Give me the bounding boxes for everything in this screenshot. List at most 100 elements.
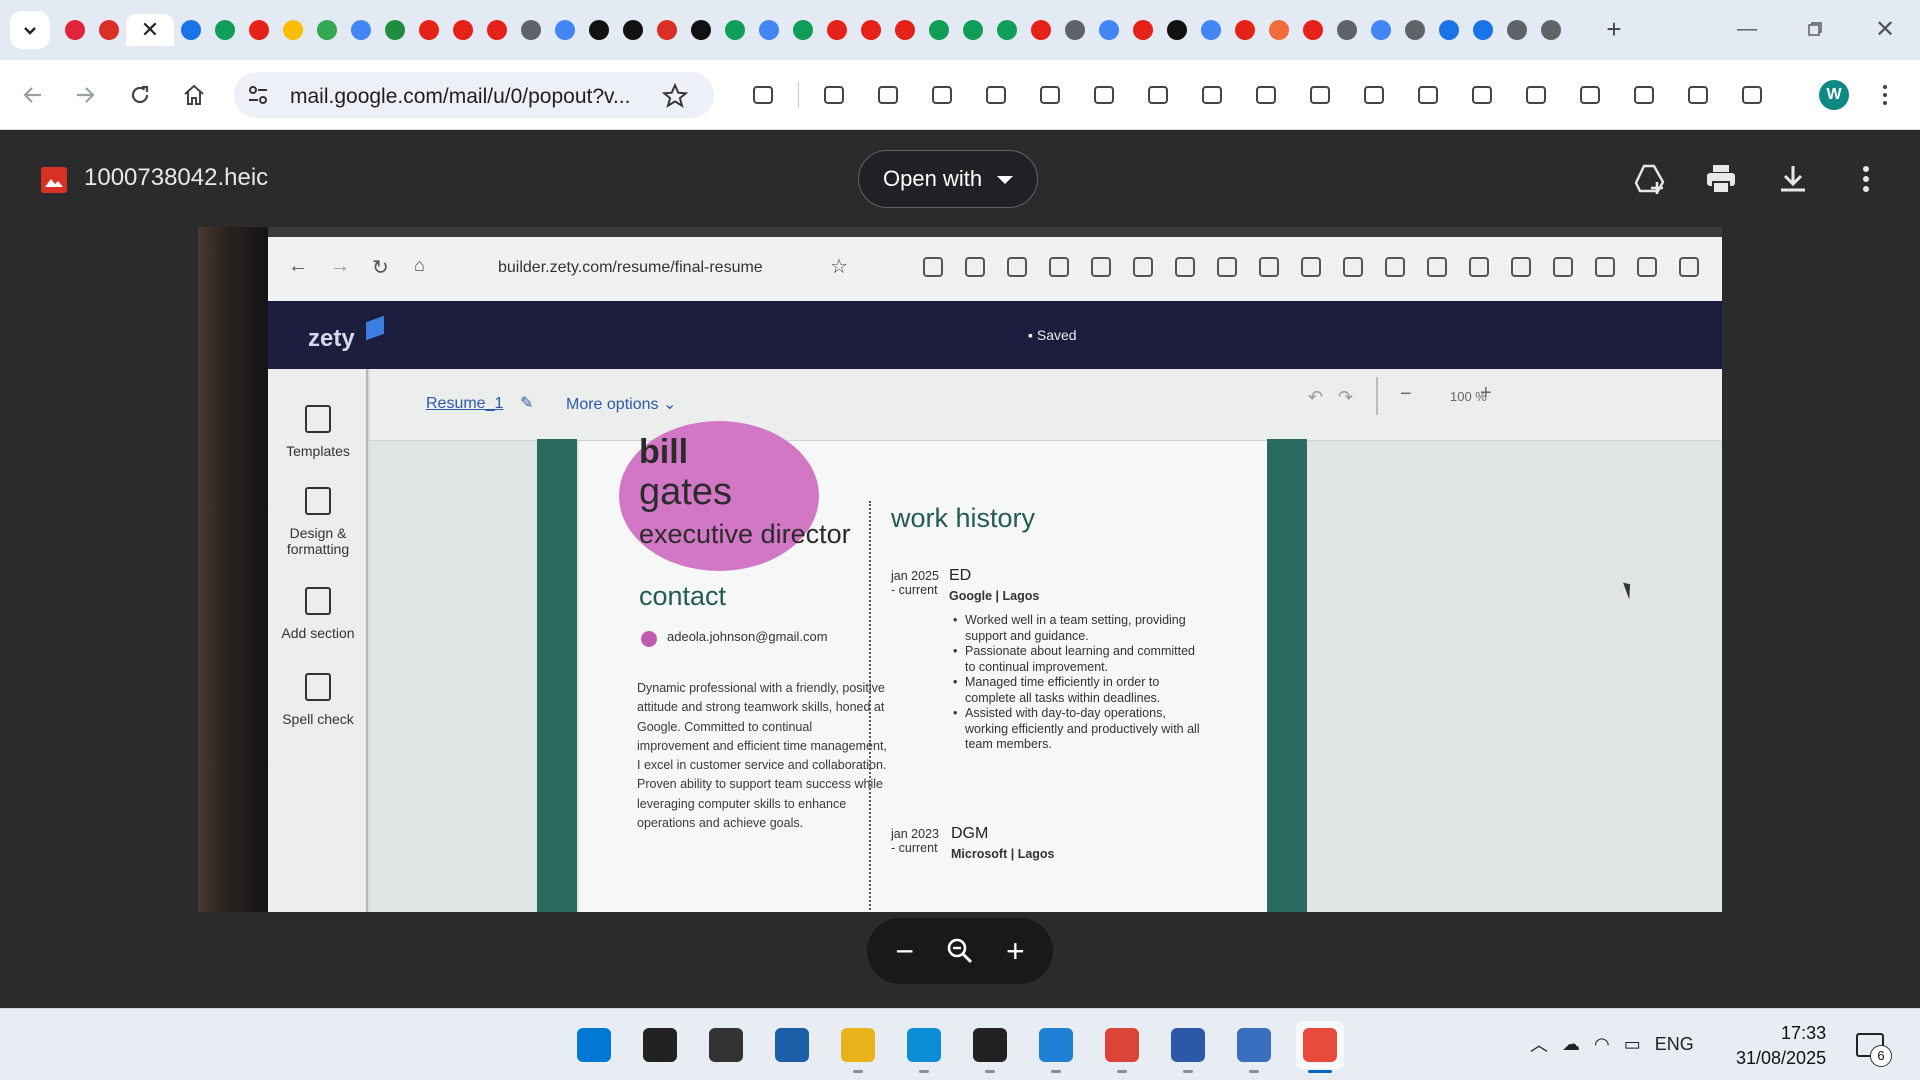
print-button[interactable] — [1293, 77, 1347, 113]
close-window-button[interactable]: ✕ — [1858, 12, 1912, 46]
browser-tab[interactable] — [1024, 14, 1058, 46]
zoom-in-button[interactable]: + — [995, 931, 1035, 971]
taskbar-app[interactable] — [1296, 1021, 1344, 1073]
browser-tab[interactable] — [718, 14, 752, 46]
browser-tab[interactable] — [990, 14, 1024, 46]
taskbar-app[interactable] — [570, 1021, 618, 1069]
browser-tab[interactable] — [1228, 14, 1262, 46]
add-to-drive-button[interactable] — [1630, 159, 1670, 199]
browser-tab[interactable] — [786, 14, 820, 46]
browser-tab[interactable] — [1126, 14, 1160, 46]
battery-icon[interactable]: ▭ — [1624, 1034, 1641, 1055]
browser-tab[interactable] — [582, 14, 616, 46]
profile-avatar[interactable]: W — [1819, 80, 1849, 110]
browser-tab[interactable] — [888, 14, 922, 46]
incognito-button[interactable] — [915, 77, 969, 113]
browser-tab[interactable] — [1330, 14, 1364, 46]
taskbar-app[interactable] — [900, 1021, 948, 1073]
history-button[interactable] — [861, 77, 915, 113]
open-with-button[interactable]: Open with — [858, 150, 1038, 208]
screenshot-button[interactable] — [1347, 77, 1401, 113]
address-bar[interactable]: mail.google.com/mail/u/0/popout?v... — [234, 72, 714, 118]
translate-button[interactable] — [1401, 77, 1455, 113]
browser-tab[interactable] — [242, 14, 276, 46]
taskbar-app[interactable] — [1098, 1021, 1146, 1073]
print-button[interactable] — [1701, 159, 1741, 199]
onedrive-icon[interactable]: ☁ — [1562, 1034, 1580, 1055]
browser-tab[interactable] — [616, 14, 650, 46]
trash-button[interactable] — [1239, 77, 1293, 113]
browser-tab[interactable] — [854, 14, 888, 46]
browser-tab[interactable] — [344, 14, 378, 46]
code-button[interactable] — [1725, 77, 1779, 113]
browser-tab[interactable] — [310, 14, 344, 46]
restore-button[interactable] — [1788, 12, 1842, 46]
password-key-button[interactable] — [969, 77, 1023, 113]
browser-tab[interactable] — [922, 14, 956, 46]
browser-menu-button[interactable] — [1870, 77, 1900, 113]
browser-tab[interactable] — [684, 14, 718, 46]
browser-tab[interactable] — [378, 14, 412, 46]
qr-code-button[interactable] — [1455, 77, 1509, 113]
bookmark-star-icon[interactable] — [662, 83, 688, 109]
table-button[interactable] — [1671, 77, 1725, 113]
browser-tab[interactable] — [1398, 14, 1432, 46]
browser-tab[interactable] — [956, 14, 990, 46]
browser-tab[interactable] — [548, 14, 582, 46]
minimize-button[interactable]: — — [1720, 12, 1774, 46]
payment-card-button[interactable] — [1023, 77, 1077, 113]
reset-zoom-button[interactable] — [940, 931, 980, 971]
browser-tab[interactable] — [1262, 14, 1296, 46]
browser-tab[interactable] — [1432, 14, 1466, 46]
browser-tab[interactable] — [650, 14, 684, 46]
browser-tab[interactable] — [752, 14, 786, 46]
browser-tab[interactable] — [820, 14, 854, 46]
browser-tab[interactable] — [1466, 14, 1500, 46]
taskbar-app[interactable] — [636, 1021, 684, 1069]
taskbar-app[interactable] — [702, 1021, 750, 1069]
browser-tab[interactable] — [1534, 14, 1568, 46]
browser-tab[interactable] — [1160, 14, 1194, 46]
browser-tab[interactable] — [1364, 14, 1398, 46]
location-pin-button[interactable] — [1077, 77, 1131, 113]
extensions-button[interactable] — [736, 77, 790, 113]
browser-tab[interactable]: ✕ — [126, 14, 174, 46]
browser-tab[interactable] — [276, 14, 310, 46]
chevron-up-icon[interactable]: ︿ — [1530, 1031, 1548, 1057]
browser-tab[interactable] — [58, 14, 92, 46]
forward-button[interactable] — [67, 77, 103, 113]
browser-tab[interactable] — [514, 14, 548, 46]
new-tab-button[interactable]: + — [1597, 14, 1631, 46]
taskbar-app[interactable] — [834, 1021, 882, 1073]
tab-search-button[interactable] — [10, 11, 50, 49]
browser-tab[interactable] — [208, 14, 242, 46]
browser-tab[interactable] — [1092, 14, 1126, 46]
download-button[interactable] — [807, 77, 861, 113]
taskbar-app[interactable] — [1230, 1021, 1278, 1073]
more-actions-button[interactable] — [1846, 159, 1886, 199]
browser-tab[interactable] — [1296, 14, 1330, 46]
taskbar-app[interactable] — [966, 1021, 1014, 1073]
bookmarks-star-button[interactable] — [1131, 77, 1185, 113]
zoom-out-button[interactable]: − — [885, 931, 925, 971]
wifi-icon[interactable]: ◠ — [1594, 1034, 1610, 1055]
reader-mode-button[interactable] — [1509, 77, 1563, 113]
language-indicator[interactable]: ENG — [1655, 1034, 1694, 1055]
browser-tab[interactable] — [1194, 14, 1228, 46]
browser-tab[interactable] — [174, 14, 208, 46]
browser-tab[interactable] — [446, 14, 480, 46]
taskbar-app[interactable] — [1032, 1021, 1080, 1073]
browser-tab[interactable] — [1500, 14, 1534, 46]
download-button[interactable] — [1773, 159, 1813, 199]
browser-tab[interactable] — [480, 14, 514, 46]
back-button[interactable] — [15, 77, 51, 113]
taskbar-app[interactable] — [768, 1021, 816, 1069]
link-button[interactable] — [1563, 77, 1617, 113]
taskbar-app[interactable] — [1164, 1021, 1212, 1073]
home-button[interactable] — [176, 77, 212, 113]
reload-button[interactable] — [122, 77, 158, 113]
browser-tab[interactable] — [412, 14, 446, 46]
reading-list-button[interactable] — [1185, 77, 1239, 113]
site-info-icon[interactable] — [246, 83, 270, 107]
devices-button[interactable] — [1617, 77, 1671, 113]
